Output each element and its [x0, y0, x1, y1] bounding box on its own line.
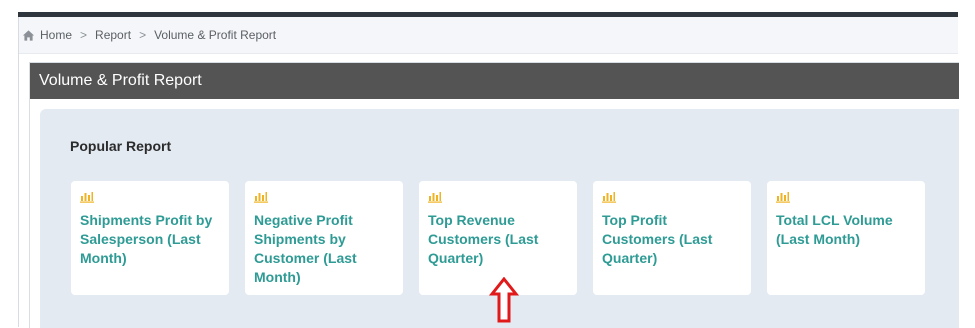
- breadcrumb-current: Volume & Profit Report: [154, 28, 277, 42]
- breadcrumb-separator: >: [139, 28, 147, 42]
- bar-chart-icon: [776, 192, 790, 203]
- breadcrumb-separator: >: [80, 28, 88, 42]
- report-card-title: Negative Profit Shipments by Customer (L…: [254, 212, 357, 285]
- report-card[interactable]: Negative Profit Shipments by Customer (L…: [245, 181, 403, 295]
- report-card-title: Shipments Profit by Salesperson (Last Mo…: [80, 212, 213, 266]
- report-card[interactable]: Shipments Profit by Salesperson (Last Mo…: [71, 181, 229, 295]
- breadcrumb-home-label: Home: [40, 28, 73, 42]
- breadcrumb: Home > Report > Volume & Profit Report: [19, 17, 958, 54]
- bar-chart-icon: [80, 192, 94, 203]
- report-card-title: Top Profit Customers (Last Quarter): [602, 212, 713, 266]
- up-arrow-icon: [489, 277, 519, 323]
- report-card-title: Total LCL Volume (Last Month): [776, 212, 893, 247]
- bar-chart-icon: [428, 192, 442, 203]
- section-title: Popular Report: [70, 138, 172, 154]
- report-card-title: Top Revenue Customers (Last Quarter): [428, 212, 539, 266]
- report-card[interactable]: Top Profit Customers (Last Quarter): [593, 181, 751, 295]
- breadcrumb-home[interactable]: Home: [22, 28, 72, 42]
- breadcrumb-report[interactable]: Report: [95, 28, 131, 42]
- bar-chart-icon: [254, 192, 268, 203]
- content-border: [18, 17, 19, 327]
- bar-chart-icon: [602, 192, 616, 203]
- report-card[interactable]: Total LCL Volume (Last Month): [767, 181, 925, 295]
- panel-title: Volume & Profit Report: [39, 72, 202, 89]
- home-icon: [22, 29, 35, 41]
- panel-header: Volume & Profit Report: [30, 63, 959, 99]
